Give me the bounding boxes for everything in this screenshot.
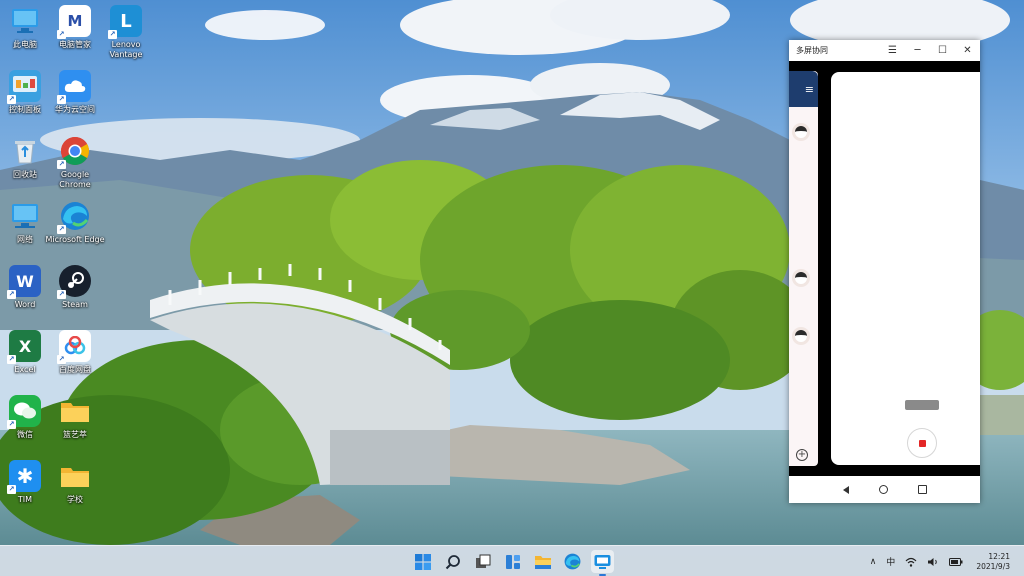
clock-time: 12:21 (988, 551, 1010, 561)
phone-screen[interactable]: ≡ + (789, 61, 980, 476)
avatar-face-icon (795, 330, 807, 342)
phone-right-panel[interactable] (831, 72, 980, 465)
multi-screen-window[interactable]: 多屏协同 ☰ ─ ☐ ✕ ≡ + (789, 40, 980, 503)
window-minimize-button[interactable]: ─ (905, 40, 930, 61)
window-menu-button[interactable]: ☰ (880, 40, 905, 61)
desktop-icon-tim[interactable]: ✱ ↗ TIM (0, 460, 53, 522)
baidu-netdisk-icon: ↗ (57, 330, 91, 364)
desktop-icon-folder-1[interactable]: 篮艺萃 (47, 395, 103, 457)
window-title: 多屏协同 (796, 46, 828, 55)
edge-icon (564, 553, 581, 570)
ime-indicator[interactable]: 中 (881, 555, 900, 568)
system-tray: ∧ 中 12:21 2021/9/3 (865, 546, 1024, 576)
desktop-icon-word[interactable]: W ↗ Word (0, 265, 53, 327)
desktop-icon-label: 百度网盘 (59, 365, 91, 374)
desktop-icon-label: Steam (62, 300, 88, 309)
file-explorer-button[interactable] (531, 550, 554, 573)
window-maximize-button[interactable]: ☐ (930, 40, 955, 61)
steam-icon: ↗ (57, 265, 91, 299)
network-icon (9, 200, 41, 232)
tim-icon: ✱ ↗ (7, 460, 41, 494)
desktop-icon-pc-manager[interactable]: M ↗ 电脑管家 (47, 5, 103, 67)
drag-handle[interactable] (905, 400, 939, 410)
volume-icon[interactable] (922, 557, 944, 567)
desktop-icon-label: 篮艺萃 (63, 430, 87, 439)
record-button[interactable] (907, 428, 937, 458)
start-button[interactable] (411, 550, 434, 573)
word-icon: W ↗ (7, 265, 41, 299)
desktop-icon-label: 学校 (67, 495, 83, 504)
hamburger-menu-icon[interactable]: ≡ (805, 83, 814, 96)
avatar[interactable] (792, 327, 810, 345)
wifi-icon[interactable] (900, 557, 922, 567)
phone-left-panel[interactable]: ≡ + (789, 71, 818, 466)
battery-icon[interactable] (944, 557, 968, 566)
stop-icon (918, 439, 926, 447)
desktop-icon-baidu-netdisk[interactable]: ↗ 百度网盘 (47, 330, 103, 392)
avatar-face-icon (795, 126, 807, 138)
phone-nav-bar (789, 476, 980, 503)
task-view-icon (475, 554, 490, 568)
phone-menu-bar: ≡ (789, 71, 818, 107)
desktop-icon-huawei-cloud[interactable]: ↗ 华为云空间 (47, 70, 103, 132)
search-icon (445, 554, 460, 569)
start-icon (414, 553, 431, 570)
desktop-icon-control-panel[interactable]: ↗ 控制面板 (0, 70, 53, 132)
folder-icon (59, 460, 91, 492)
widgets-icon (505, 554, 520, 569)
desktop-icon-label: 华为云空间 (55, 105, 95, 114)
desktop-icon-steam[interactable]: ↗ Steam (47, 265, 103, 327)
this-pc-icon (9, 5, 41, 37)
window-close-button[interactable]: ✕ (955, 40, 980, 61)
desktop-icon-this-pc[interactable]: 此电脑 (0, 5, 53, 67)
edge-icon: ↗ (57, 200, 91, 234)
window-titlebar[interactable]: 多屏协同 ☰ ─ ☐ ✕ (789, 40, 980, 61)
huawei-cloud-icon: ↗ (57, 70, 91, 104)
avatar[interactable] (792, 123, 810, 141)
search-button[interactable] (441, 550, 464, 573)
desktop-icon-folder-2[interactable]: 学校 (47, 460, 103, 522)
desktop-icon-lenovo-vantage[interactable]: L ↗ Lenovo Vantage (98, 5, 154, 67)
avatar-face-icon (795, 272, 807, 284)
recycle-bin-icon (9, 135, 41, 167)
lenovo-vantage-icon: L ↗ (108, 5, 142, 39)
wechat-icon: ↗ (7, 395, 41, 429)
recent-apps-icon[interactable] (917, 485, 927, 494)
chrome-icon: ↗ (57, 135, 91, 169)
multi-screen-icon (594, 554, 611, 569)
desktop-icon-label: Lenovo Vantage (109, 40, 143, 59)
taskbar-apps (411, 546, 614, 576)
multi-screen-button[interactable] (591, 550, 614, 576)
file-explorer-icon (534, 555, 551, 569)
folder-icon (59, 395, 91, 427)
desktop-icon-chrome[interactable]: ↗ Google Chrome (47, 135, 103, 197)
home-icon[interactable] (878, 485, 888, 494)
desktop-icon-excel[interactable]: X ↗ Excel (0, 330, 53, 392)
excel-icon: X ↗ (7, 330, 41, 364)
widgets-button[interactable] (501, 550, 524, 573)
add-circle-icon[interactable]: + (796, 449, 808, 461)
pc-manager-icon: M ↗ (57, 5, 91, 39)
back-icon[interactable] (842, 485, 849, 494)
task-view-button[interactable] (471, 550, 494, 573)
desktop-icon-wechat[interactable]: ↗ 微信 (0, 395, 53, 457)
control-panel-icon: ↗ (7, 70, 41, 104)
desktop-icon-label: Microsoft Edge (45, 235, 105, 244)
avatar[interactable] (792, 269, 810, 287)
clock[interactable]: 12:21 2021/9/3 (968, 552, 1024, 572)
desktop-icon-label: Google Chrome (59, 170, 91, 189)
taskbar: ∧ 中 12:21 2021/9/3 (0, 545, 1024, 576)
tray-overflow-button[interactable]: ∧ (865, 557, 882, 567)
desktop-icon-edge[interactable]: ↗ Microsoft Edge (45, 200, 105, 262)
edge-button[interactable] (561, 550, 584, 573)
desktop-icon-network[interactable]: 网络 (0, 200, 53, 262)
clock-date: 2021/9/3 (976, 561, 1010, 571)
